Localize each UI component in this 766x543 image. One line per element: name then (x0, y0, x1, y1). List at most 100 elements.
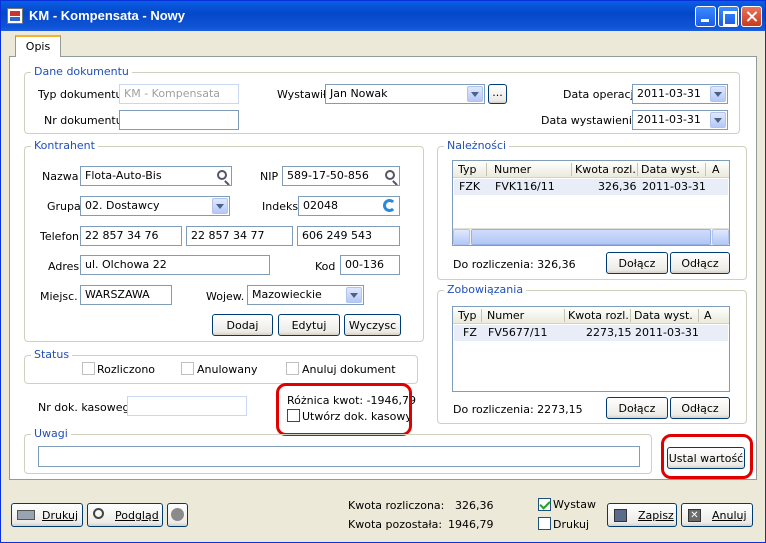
title-bar[interactable]: KM - Kompensata - Nowy (1, 1, 765, 31)
nr-dokumentu-input[interactable] (119, 110, 239, 130)
data-operacji-label: Data operacji (563, 88, 637, 101)
zobowiazania-grid[interactable]: Typ Numer Kwota rozl. Data wyst. A FZ FV… (452, 306, 730, 392)
group-title: Zobowiązania (444, 283, 527, 296)
nazwa-input[interactable]: Flota-Auto-Bis (80, 166, 232, 186)
naleznosci-grid[interactable]: Typ Numer Kwota rozl. Data wyst. A FZK F… (452, 160, 730, 246)
miejsc-input[interactable]: WARSZAWA (80, 285, 172, 305)
window: KM - Kompensata - Nowy Opis Dane dokumen… (0, 0, 766, 543)
col-a[interactable]: A (712, 163, 720, 176)
col-a[interactable]: A (704, 309, 712, 322)
wystawil-value: Jan Nowak (330, 87, 388, 100)
drukuj-checkbox-label: Drukuj (553, 518, 590, 531)
table-row[interactable]: FZ FV5677/11 2273,15 2011-03-31 (454, 325, 728, 341)
grid-header: Typ Numer Kwota rozl. Data wyst. A (453, 161, 729, 178)
chevron-down-icon[interactable] (467, 86, 483, 102)
kod-input[interactable]: 00-136 (340, 255, 400, 275)
wystawil-more-button[interactable]: ... (488, 84, 507, 104)
group-title: Status (31, 348, 73, 361)
col-data[interactable]: Data wyst. (634, 309, 693, 322)
typ-dokumentu-field: KM - Kompensata (119, 84, 239, 104)
search-icon[interactable] (385, 170, 395, 180)
zapisz-label: Zapisz (638, 509, 674, 522)
app-icon (7, 8, 23, 24)
table-row[interactable]: FZK FVK116/11 326,36 2011-03-31 (454, 179, 728, 195)
chevron-down-icon[interactable] (710, 112, 726, 128)
anuluj-dokument-label: Anuluj dokument (302, 363, 396, 376)
naleznosci-odlacz-button[interactable]: Odłącz (670, 252, 730, 274)
tab-opis[interactable]: Opis (15, 35, 61, 57)
col-data[interactable]: Data wyst. (641, 163, 700, 176)
telefon-3-input[interactable]: 606 249 543 (297, 226, 400, 246)
chevron-down-icon[interactable] (346, 287, 362, 303)
horizontal-scrollbar[interactable] (453, 228, 729, 245)
telefon-2-input[interactable]: 22 857 34 77 (186, 226, 293, 246)
cancel-icon: ✕ (688, 509, 701, 522)
grid-header: Typ Numer Kwota rozl. Data wyst. A (453, 307, 729, 324)
scroll-right-arrow[interactable] (712, 229, 729, 245)
drukuj-button[interactable]: Drukuj (11, 503, 83, 527)
data-wystawienia-combo[interactable]: 2011-03-31 (632, 110, 728, 130)
grupa-combo[interactable]: 02. Dostawcy (80, 196, 230, 216)
anuluj-label: Anuluj (712, 509, 747, 522)
wojew-combo[interactable]: Mazowieckie (247, 285, 364, 305)
adres-input[interactable]: ul. Olchowa 22 (80, 255, 270, 275)
kod-label: Kod (315, 260, 336, 273)
highlight-ustal (661, 434, 753, 479)
chevron-down-icon[interactable] (212, 198, 228, 214)
scroll-thumb[interactable] (471, 229, 711, 245)
wystawil-combo[interactable]: Jan Nowak (325, 84, 485, 104)
anuluj-button[interactable]: ✕ Anuluj (681, 503, 753, 527)
highlight-roznica (276, 383, 412, 436)
typ-dokumentu-label: Typ dokumentu (38, 88, 123, 101)
zobowiazania-dolacz-button[interactable]: Dołącz (606, 397, 668, 419)
naleznosci-dolacz-button[interactable]: Dołącz (606, 252, 668, 274)
indeks-label: Indeks (262, 200, 299, 213)
data-operacji-combo[interactable]: 2011-03-31 (632, 84, 728, 104)
wystaw-checkbox[interactable] (538, 498, 551, 511)
uwagi-input[interactable] (38, 446, 640, 467)
group-title: Uwagi (31, 427, 71, 440)
edytuj-button[interactable]: Edytuj (278, 314, 340, 336)
nip-input[interactable]: 589-17-50-856 (282, 166, 400, 186)
rozliczono-checkbox (82, 362, 95, 375)
dodaj-button[interactable]: Dodaj (212, 314, 273, 336)
indeks-input[interactable]: 02048 (298, 196, 400, 216)
drukuj-checkbox[interactable] (538, 517, 551, 530)
cell-typ: FZ (463, 326, 477, 339)
chevron-down-icon[interactable] (710, 86, 726, 102)
naleznosci-do-rozliczenia: Do rozliczenia: 326,36 (453, 258, 576, 271)
wyczysc-button[interactable]: Wyczysc (344, 314, 401, 336)
kwota-rozliczona-value: 326,36 (455, 499, 494, 512)
group-title: Kontrahent (31, 139, 98, 152)
cell-data: 2011-03-31 (642, 180, 706, 193)
telefon-1-input[interactable]: 22 857 34 76 (80, 226, 182, 246)
indeks-value: 02048 (303, 199, 338, 212)
wojew-value: Mazowieckie (252, 288, 322, 301)
nazwa-value: Flota-Auto-Bis (85, 169, 162, 182)
col-numer[interactable]: Numer (494, 163, 531, 176)
close-button[interactable] (741, 6, 762, 27)
nr-dok-kasowego-field (127, 396, 247, 416)
wystaw-label: Wystaw (553, 498, 596, 511)
scroll-left-arrow[interactable] (453, 229, 470, 245)
col-typ[interactable]: Typ (458, 163, 477, 176)
anulowany-checkbox (181, 362, 194, 375)
anuluj-dokument-checkbox[interactable] (286, 362, 299, 375)
minimize-button[interactable] (695, 6, 716, 27)
refresh-icon[interactable] (383, 199, 396, 212)
col-kwota[interactable]: Kwota rozl. (575, 163, 636, 176)
col-kwota[interactable]: Kwota rozl. (568, 309, 629, 322)
printer-icon (17, 510, 35, 520)
maximize-button[interactable] (718, 6, 739, 27)
search-icon[interactable] (217, 170, 227, 180)
podglad-label: Podgląd (115, 509, 159, 522)
kwota-rozliczona-label: Kwota rozliczona: (348, 499, 445, 512)
col-typ[interactable]: Typ (458, 309, 477, 322)
info-button[interactable] (167, 503, 188, 527)
col-numer[interactable]: Numer (487, 309, 524, 322)
podglad-button[interactable]: Podgląd (87, 503, 163, 527)
zapisz-button[interactable]: Zapisz (607, 503, 677, 527)
tab-panel: Dane dokumentu Typ dokumentu KM - Kompen… (9, 56, 757, 480)
zobowiazania-odlacz-button[interactable]: Odłącz (670, 397, 730, 419)
grupa-label: Grupa (47, 200, 81, 213)
